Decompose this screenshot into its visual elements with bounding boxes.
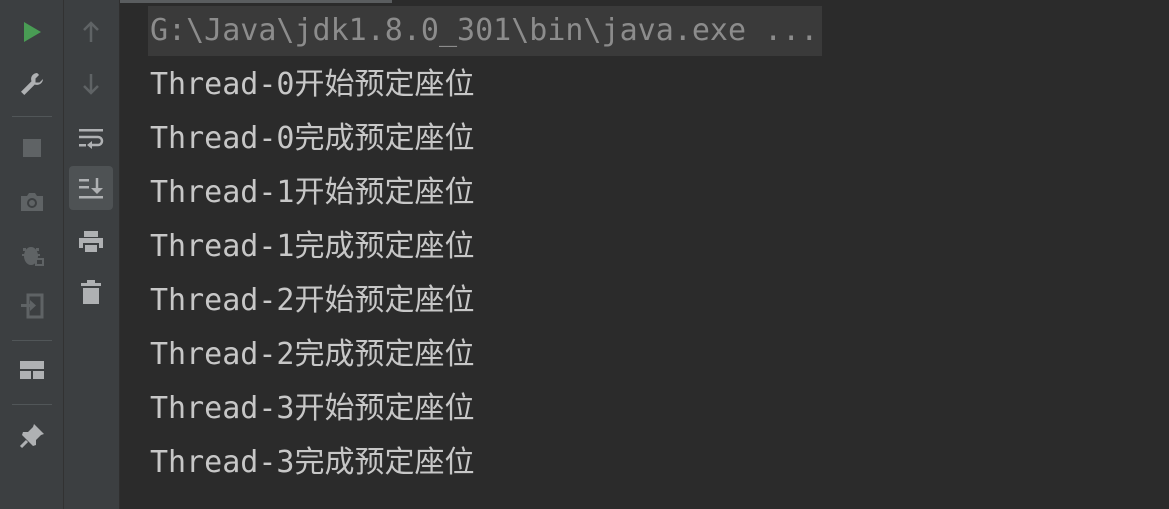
pin-tab-button[interactable] <box>10 414 54 458</box>
scroll-to-end-icon <box>77 175 105 201</box>
soft-wrap-icon <box>77 126 105 150</box>
print-button[interactable] <box>69 220 113 264</box>
output-line: Thread-3完成预定座位 <box>150 445 475 480</box>
layout-icon <box>19 359 45 381</box>
trash-icon <box>79 278 103 306</box>
run-icon <box>21 20 43 44</box>
clear-all-button[interactable] <box>69 270 113 314</box>
modify-run-configuration-button[interactable] <box>10 62 54 106</box>
exit-button[interactable] <box>10 284 54 328</box>
output-line: Thread-1开始预定座位 <box>150 175 475 210</box>
run-tool-window: G:\Java\jdk1.8.0_301\bin\java.exe ... Th… <box>0 0 1169 509</box>
up-stack-trace-button[interactable] <box>69 10 113 54</box>
stop-icon <box>21 137 43 159</box>
console-output[interactable]: G:\Java\jdk1.8.0_301\bin\java.exe ... Th… <box>120 0 1169 509</box>
camera-icon <box>18 190 46 214</box>
output-line: Thread-0完成预定座位 <box>150 121 475 156</box>
command-line[interactable]: G:\Java\jdk1.8.0_301\bin\java.exe ... <box>148 6 823 56</box>
restore-layout-button[interactable] <box>10 348 54 392</box>
down-stack-trace-button[interactable] <box>69 62 113 106</box>
soft-wrap-button[interactable] <box>69 116 113 160</box>
rerun-button[interactable] <box>10 10 54 54</box>
output-line: Thread-2开始预定座位 <box>150 283 475 318</box>
output-line: Thread-1完成预定座位 <box>150 229 475 264</box>
exit-icon <box>18 292 46 320</box>
output-line: Thread-0开始预定座位 <box>150 67 475 102</box>
scroll-to-end-button[interactable] <box>69 166 113 210</box>
output-line: Thread-2完成预定座位 <box>150 337 475 372</box>
run-toolbar <box>0 0 64 509</box>
debug-bug-icon <box>18 240 46 268</box>
debug-button[interactable] <box>10 232 54 276</box>
toolbar-separator <box>12 404 52 405</box>
pin-icon <box>18 422 46 450</box>
console-toolbar <box>64 0 120 509</box>
toolbar-separator <box>12 340 52 341</box>
arrow-up-icon <box>80 20 102 44</box>
toolbar-separator <box>12 116 52 117</box>
arrow-down-icon <box>80 72 102 96</box>
wrench-icon <box>18 70 46 98</box>
output-line: Thread-3开始预定座位 <box>150 391 475 426</box>
print-icon <box>77 229 105 255</box>
dump-threads-button[interactable] <box>10 180 54 224</box>
stop-button[interactable] <box>10 126 54 170</box>
